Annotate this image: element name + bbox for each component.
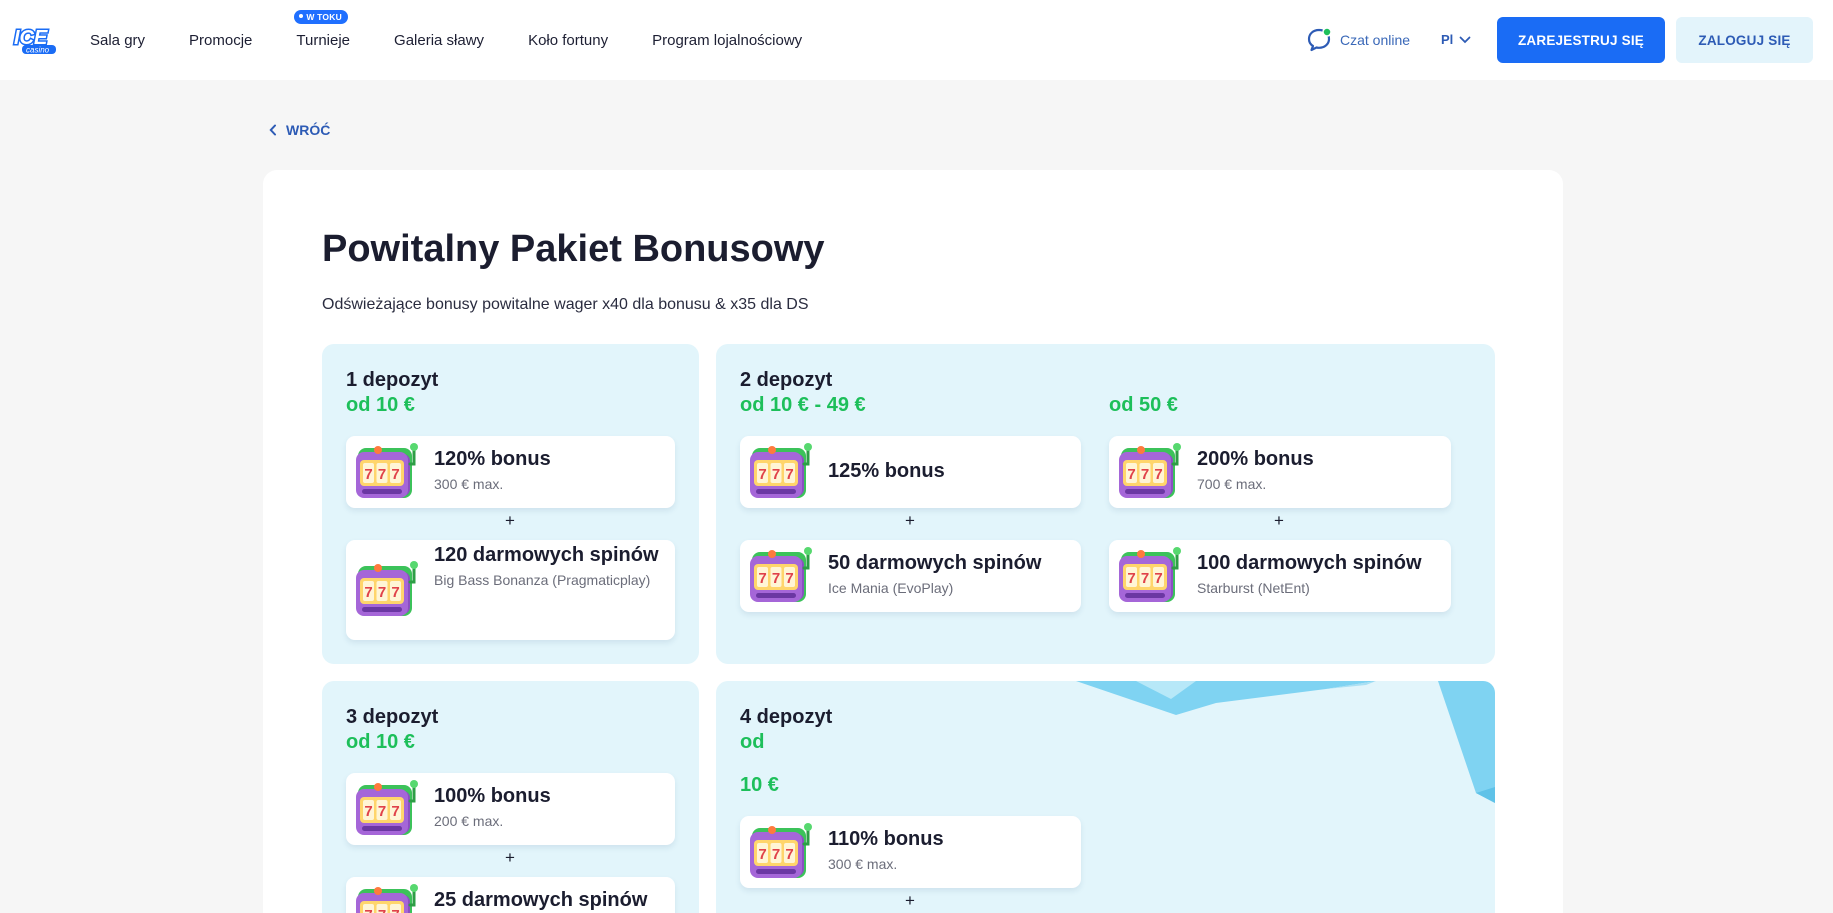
nav-turnieje[interactable]: W TOKU Turnieje bbox=[294, 9, 351, 49]
slot-machine-icon bbox=[354, 883, 418, 913]
slot-machine-icon bbox=[354, 442, 418, 502]
deposit-3-panel: 3 depozyt od 10 € 100% bonus 200 € max. … bbox=[322, 681, 699, 913]
chevron-left-icon bbox=[269, 124, 276, 136]
live-badge: W TOKU bbox=[294, 9, 348, 24]
spins-game: Ice Mania (EvoPlay) bbox=[828, 580, 954, 596]
main-nav: Sala gry Promocje W TOKU Turnieje Galeri… bbox=[90, 0, 846, 80]
bonus-card[interactable]: 200% bonus 700 € max. bbox=[1109, 436, 1451, 508]
plus-sign: + bbox=[905, 511, 915, 530]
logo-subtext: casino bbox=[26, 46, 50, 55]
bonus-card[interactable]: 125% bonus bbox=[740, 436, 1081, 508]
bonus-detail: 300 € max. bbox=[828, 856, 898, 872]
nav-label: Koło fortuny bbox=[528, 31, 609, 49]
bonus-name: 200% bonus bbox=[1197, 448, 1314, 470]
bonus-card[interactable]: 120% bonus 300 € max. bbox=[346, 436, 675, 508]
nav-label: Galeria sławy bbox=[394, 31, 485, 49]
free-spins-card[interactable]: 50 darmowych spinów Ice Mania (EvoPlay) bbox=[740, 540, 1081, 612]
bonus-name: 120% bonus bbox=[434, 448, 551, 470]
login-label: ZALOGUJ SIĘ bbox=[1698, 32, 1791, 48]
plus-sign: + bbox=[1274, 511, 1284, 530]
deposit-4-panel: 4 depozyt od 10 € 110% bonus 300 € max. … bbox=[716, 681, 1495, 913]
spins-game: Big Bass Bonanza (Pragmaticplay) bbox=[434, 572, 651, 588]
bonus-card[interactable]: 100% bonus 200 € max. bbox=[346, 773, 675, 845]
bonus-name: 125% bonus bbox=[828, 460, 945, 482]
slot-machine-icon bbox=[748, 822, 812, 882]
deposit-range-prefix: od bbox=[740, 731, 765, 753]
slot-machine-icon bbox=[1117, 546, 1181, 606]
page-subtitle: Odświeżające bonusy powitalne wager x40 … bbox=[322, 296, 809, 313]
ice-decoration-icon bbox=[1076, 681, 1495, 803]
deposit-range: od 10 € bbox=[346, 394, 415, 416]
spins-name: 120 darmowych spinów bbox=[434, 544, 659, 566]
register-button[interactable]: ZAREJESTRUJ SIĘ bbox=[1497, 17, 1665, 63]
register-label: ZAREJESTRUJ SIĘ bbox=[1517, 32, 1645, 48]
live-dot-icon bbox=[299, 14, 304, 19]
nav-galeria-slawy[interactable]: Galeria sławy bbox=[394, 32, 484, 49]
spins-name: 25 darmowych spinów bbox=[434, 889, 648, 911]
language-selector[interactable]: Pl bbox=[1441, 32, 1471, 47]
nav-label: Turnieje bbox=[296, 31, 351, 49]
nav-sala-gry[interactable]: Sala gry bbox=[90, 32, 145, 49]
slot-machine-icon bbox=[354, 560, 418, 620]
nav-label: Sala gry bbox=[90, 31, 146, 49]
ice-casino-logo[interactable]: ICE casino bbox=[12, 24, 60, 56]
nav-program-lojalnosciowy[interactable]: Program lojalnościowy bbox=[652, 32, 802, 49]
plus-sign: + bbox=[505, 511, 515, 530]
plus-sign: + bbox=[505, 848, 515, 867]
plus-sign: + bbox=[905, 891, 915, 910]
chat-online-link[interactable]: Czat online bbox=[1306, 27, 1410, 53]
chat-label: Czat online bbox=[1340, 32, 1411, 48]
deposit-range: od 10 € - 49 € bbox=[740, 394, 866, 416]
bonus-name: 110% bonus bbox=[828, 828, 944, 850]
deposit-title: 4 depozyt bbox=[740, 706, 833, 728]
deposit-range: od 50 € bbox=[1109, 394, 1178, 416]
free-spins-card[interactable]: 120 darmowych spinów Big Bass Bonanza (P… bbox=[346, 540, 675, 640]
slot-machine-icon bbox=[748, 546, 812, 606]
nav-label: Promocje bbox=[189, 31, 253, 49]
bonus-detail: 300 € max. bbox=[434, 476, 504, 492]
spins-name: 50 darmowych spinów bbox=[828, 552, 1042, 574]
bonus-card[interactable]: 110% bonus 300 € max. bbox=[740, 816, 1081, 888]
deposit-range: 10 € bbox=[740, 774, 779, 796]
nav-label: Program lojalnościowy bbox=[652, 31, 803, 49]
spins-name: 100 darmowych spinów bbox=[1197, 552, 1422, 574]
badge-text: W TOKU bbox=[306, 11, 342, 22]
back-link[interactable]: WRÓĆ bbox=[269, 122, 330, 138]
chat-bubble-icon bbox=[1307, 27, 1332, 52]
bonus-name: 100% bonus bbox=[434, 785, 551, 807]
spins-game: Starburst (NetEnt) bbox=[1197, 580, 1310, 596]
deposit-title: 3 depozyt bbox=[346, 706, 439, 728]
top-header: ICE casino Sala gry Promocje W TOKU Turn… bbox=[0, 0, 1833, 80]
nav-kolo-fortuny[interactable]: Koło fortuny bbox=[528, 32, 608, 49]
slot-machine-icon bbox=[354, 779, 418, 839]
language-code: Pl bbox=[1441, 32, 1454, 47]
login-button[interactable]: ZALOGUJ SIĘ bbox=[1676, 17, 1813, 63]
slot-machine-icon bbox=[748, 442, 812, 502]
back-label: WRÓĆ bbox=[286, 122, 331, 138]
deposit-title: 2 depozyt bbox=[740, 369, 833, 391]
bonus-detail: 200 € max. bbox=[434, 813, 504, 829]
nav-promocje[interactable]: Promocje bbox=[189, 32, 252, 49]
free-spins-card[interactable]: 100 darmowych spinów Starburst (NetEnt) bbox=[1109, 540, 1451, 612]
free-spins-card[interactable]: 25 darmowych spinów bbox=[346, 877, 675, 913]
bonus-detail: 700 € max. bbox=[1197, 476, 1267, 492]
deposit-title: 1 depozyt bbox=[346, 369, 439, 391]
chevron-down-icon bbox=[1459, 36, 1471, 43]
deposit-range: od 10 € bbox=[346, 731, 415, 753]
slot-machine-icon bbox=[1117, 442, 1181, 502]
deposit-2-panel: 2 depozyt od 10 € - 49 € od 50 € 125% bo… bbox=[716, 344, 1495, 664]
page-title: Powitalny Pakiet Bonusowy bbox=[322, 228, 825, 270]
deposit-1-panel: 1 depozyt od 10 € 120% bonus 300 € max. … bbox=[322, 344, 699, 664]
